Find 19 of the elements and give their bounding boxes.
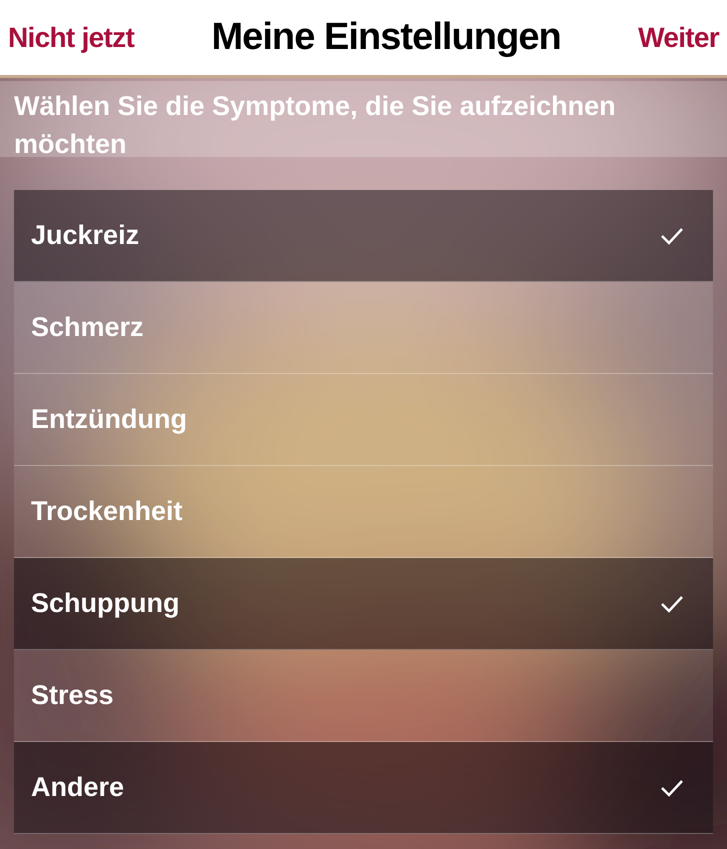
symptom-label: Stress — [31, 679, 114, 712]
symptom-label: Andere — [31, 771, 124, 804]
symptom-label: Schmerz — [31, 311, 144, 344]
next-button[interactable]: Weiter — [638, 16, 719, 58]
symptom-row[interactable]: Schuppung — [14, 558, 713, 650]
symptom-label: Juckreiz — [31, 219, 140, 252]
symptom-row[interactable]: Andere — [14, 742, 713, 834]
checkmark-icon — [660, 594, 684, 614]
checkmark-icon — [660, 778, 684, 798]
page-title: Meine Einstellungen — [211, 15, 561, 60]
symptom-label: Trockenheit — [31, 495, 183, 528]
symptom-row[interactable]: Juckreiz — [14, 190, 713, 282]
symptom-label: Entzündung — [31, 403, 187, 436]
checkmark-icon — [660, 226, 684, 246]
symptom-row[interactable]: Stress — [14, 650, 713, 742]
instruction-text: Wählen Sie die Symptome, die Sie aufzeichnen möchten — [14, 90, 617, 161]
symptom-label: Schuppung — [31, 587, 180, 620]
not-now-button[interactable]: Nicht jetzt — [8, 16, 134, 58]
symptom-row[interactable]: Trockenheit — [14, 466, 713, 558]
